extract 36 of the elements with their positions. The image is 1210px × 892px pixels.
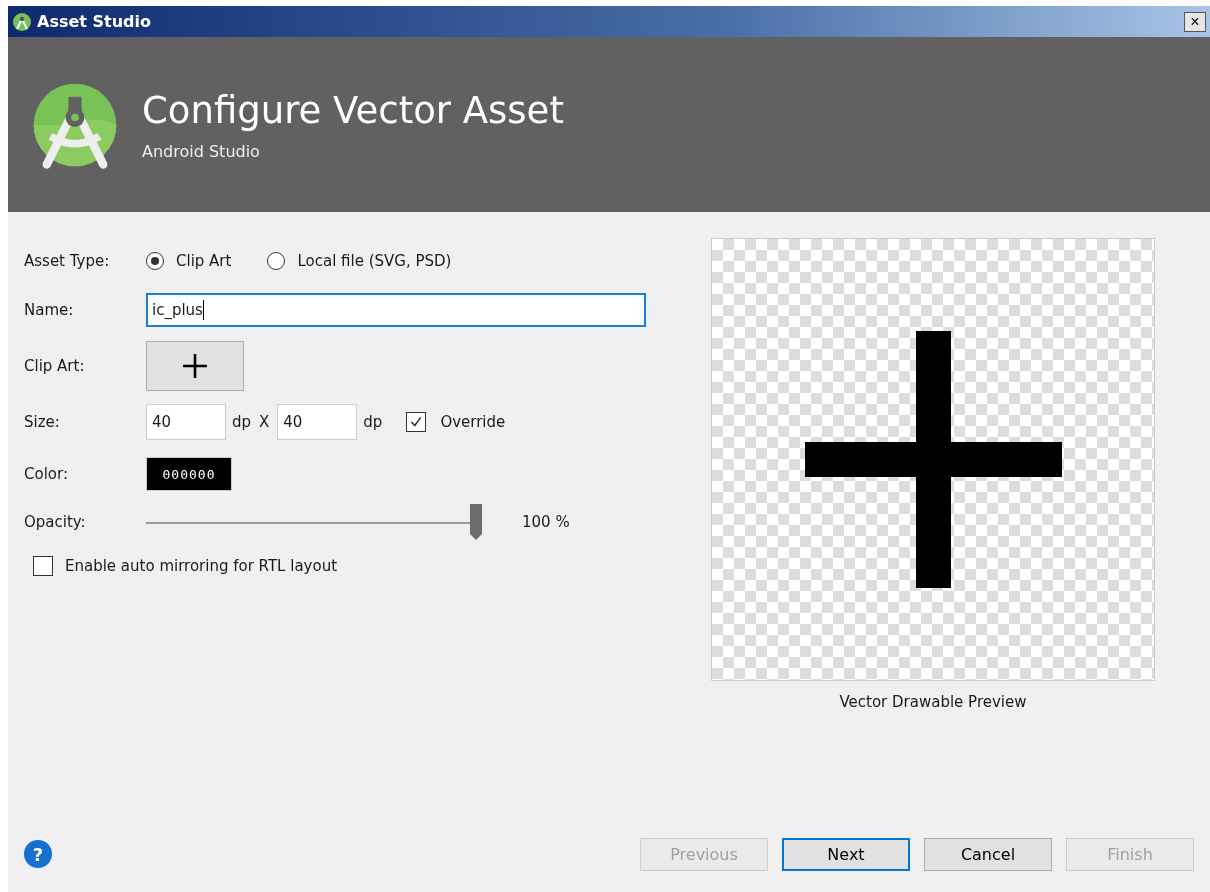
radio-button[interactable] [146,252,164,270]
slider-thumb[interactable] [470,504,482,540]
field-label: Asset Type: [24,252,111,270]
plus-icon [804,331,1062,588]
field-label: Clip Art: [24,357,86,375]
dialog-button[interactable]: Cancel [924,837,1052,871]
dialog-button[interactable]: Next [782,837,910,871]
checkbox[interactable] [33,556,53,576]
clip-art-button[interactable] [146,341,244,391]
page-title: Configure Vector Asset [142,88,564,132]
checkbox-label[interactable]: Enable auto mirroring for RTL layout [65,557,338,575]
help-button[interactable]: ? [24,840,52,868]
field-label: Name: [24,301,75,319]
radio-button[interactable] [267,252,286,270]
plus-icon [182,353,208,379]
field-label: Opacity: [24,513,87,531]
page-subtitle: Android Studio [142,141,261,161]
close-button[interactable]: × [1184,11,1206,32]
name-field[interactable]: ic_plus [146,293,646,327]
override-checkbox[interactable] [406,412,427,432]
android-studio-logo-icon [12,11,32,32]
height-field[interactable]: 40 [277,404,358,440]
radio-label[interactable]: Clip Art [176,252,232,270]
color-swatch-button[interactable]: 000000 [146,457,232,491]
width-field[interactable]: 40 [146,404,226,440]
checkbox-label[interactable]: Override [440,413,506,431]
opacity-value: 100 % [522,513,570,531]
radio-label[interactable]: Local file (SVG, PSD) [297,252,452,270]
unit-label: dp [232,413,252,431]
window-title: Asset Studio [37,12,152,31]
field-label: Color: [24,465,69,483]
size-separator: X [259,413,270,431]
field-label: Size: [24,413,61,431]
unit-label: dp [363,413,383,431]
preview-caption: Vector Drawable Preview [839,693,1027,711]
checkmark-icon [409,415,424,429]
